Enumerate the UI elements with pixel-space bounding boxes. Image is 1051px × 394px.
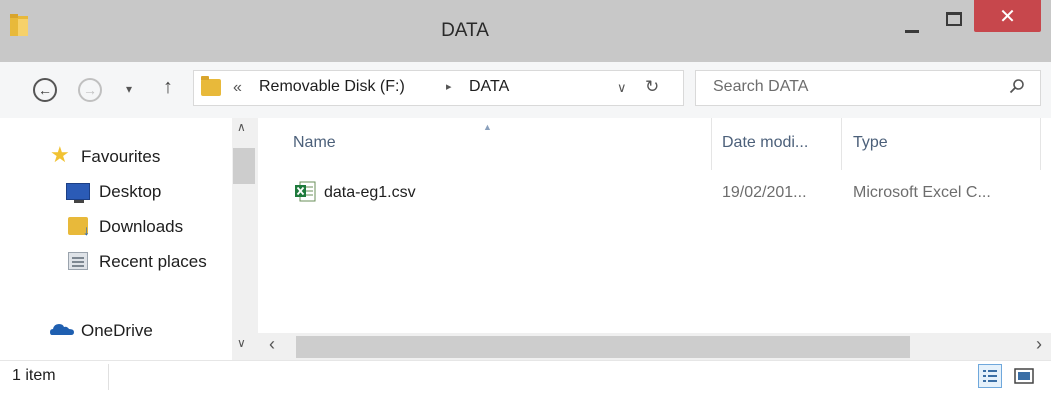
breadcrumb-removable-disk[interactable]: Removable Disk (F:) [259, 78, 405, 96]
nav-scroll-down-button[interactable]: ∨ [237, 336, 246, 350]
sort-ascending-icon: ▲ [483, 122, 492, 132]
item-count: 1 item [12, 367, 56, 384]
nav-item-label: Recent places [99, 252, 207, 271]
search-placeholder: Search DATA [713, 78, 809, 95]
address-dropdown-button[interactable]: ∨ [617, 80, 627, 96]
nav-item-label: Desktop [99, 182, 162, 201]
scroll-left-button[interactable]: ‹ [269, 334, 275, 355]
column-divider[interactable] [711, 118, 712, 170]
forward-arrow-icon: → [83, 82, 97, 98]
refresh-button[interactable]: ↻ [645, 77, 667, 99]
monitor-icon [66, 183, 90, 203]
forward-button[interactable]: → [78, 78, 102, 102]
status-bar [0, 360, 1051, 394]
column-header-name[interactable]: Name [293, 134, 336, 152]
scroll-right-button[interactable]: › [1036, 334, 1042, 355]
file-type: Microsoft Excel C... [853, 184, 991, 201]
close-button[interactable]: ✕ [974, 0, 1041, 32]
excel-csv-icon [295, 181, 316, 202]
column-header-type[interactable]: Type [853, 134, 888, 152]
onedrive-icon [50, 324, 74, 335]
breadcrumb-overflow-button[interactable]: « [233, 79, 242, 97]
close-icon: ✕ [999, 6, 1016, 28]
folder-icon [201, 76, 221, 96]
nav-item-label: Favourites [81, 147, 161, 166]
breadcrumb-data[interactable]: DATA [469, 78, 509, 96]
large-icons-view-icon [1014, 368, 1034, 384]
file-list-header [258, 118, 1051, 170]
up-button[interactable]: ↑ [163, 76, 173, 99]
details-view-button[interactable] [978, 364, 1002, 388]
column-divider[interactable] [1040, 118, 1041, 170]
column-divider[interactable] [841, 118, 842, 170]
details-view-icon [983, 370, 997, 382]
recent-places-icon [68, 252, 88, 270]
column-header-date-modified[interactable]: Date modi... [722, 134, 808, 152]
nav-item-label: Downloads [99, 217, 184, 236]
minimize-button[interactable] [895, 10, 931, 40]
status-divider [108, 364, 109, 390]
file-name[interactable]: data-eg1.csv [324, 184, 416, 202]
horizontal-scrollbar-thumb[interactable] [296, 336, 910, 358]
file-date-modified: 19/02/201... [722, 184, 807, 201]
maximize-button[interactable] [935, 4, 971, 34]
breadcrumb-separator-icon[interactable]: ▸ [446, 80, 452, 93]
nav-scroll-up-button[interactable]: ∧ [237, 120, 246, 134]
nav-item-label: OneDrive [81, 321, 153, 340]
recent-locations-button[interactable]: ▾ [126, 82, 132, 96]
large-icons-view-button[interactable] [1012, 364, 1036, 388]
search-icon[interactable] [1009, 78, 1025, 94]
star-icon: ★ [50, 142, 70, 167]
nav-scrollbar-thumb[interactable] [233, 148, 255, 184]
downloads-icon [68, 217, 90, 238]
window-title: DATA [441, 20, 489, 41]
back-arrow-icon: ← [38, 82, 52, 98]
back-button[interactable]: ← [33, 78, 57, 102]
